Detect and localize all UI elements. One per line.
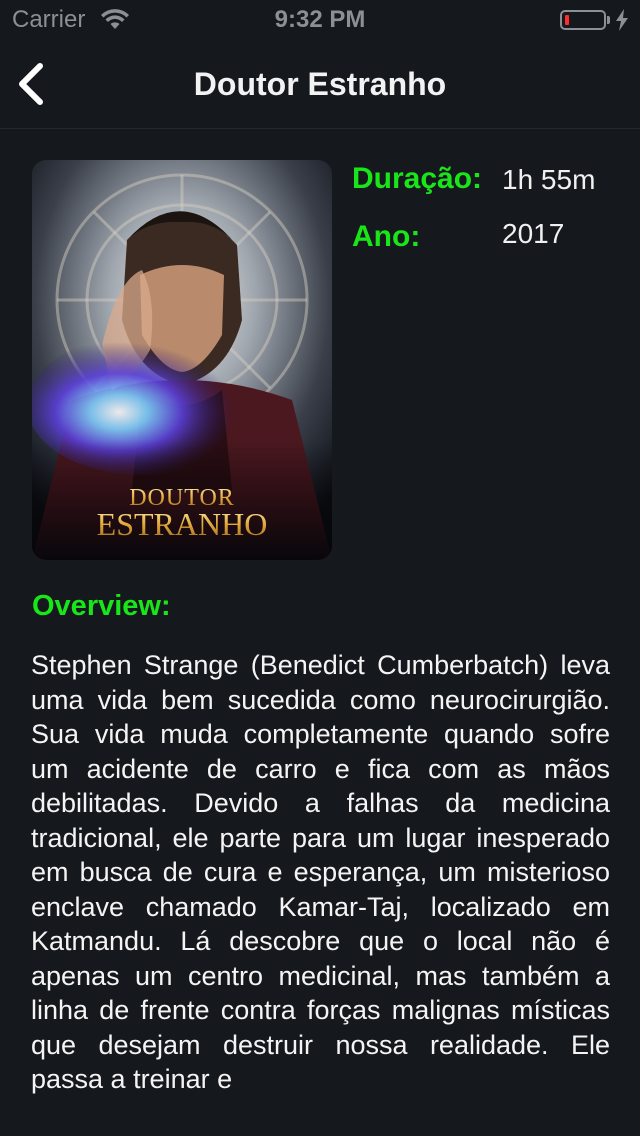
- status-time: 9:32 PM: [274, 6, 366, 33]
- back-button[interactable]: [8, 56, 58, 112]
- navigation-bar: Doutor Estranho: [0, 40, 640, 129]
- battery-icon: [560, 10, 606, 30]
- duration-value: 1h 55m: [502, 164, 596, 195]
- chevron-left-icon: [19, 63, 43, 105]
- poster-title-line2: ESTRANHO: [97, 506, 268, 542]
- movie-detail-screen: Carrier 9:32 PM Doutor Estranho DOUTOR E…: [0, 0, 640, 1136]
- status-bar: Carrier 9:32 PM: [0, 0, 640, 40]
- charging-bolt-icon: [616, 9, 628, 31]
- battery-tip: [607, 16, 610, 24]
- page-title: Doutor Estranho: [193, 66, 447, 102]
- movie-poster: DOUTOR ESTRANHO: [32, 160, 332, 560]
- battery-level: [565, 15, 569, 25]
- duration-label: Duração:: [352, 162, 483, 195]
- overview-text: Stephen Strange (Benedict Cumberbatch) l…: [31, 650, 610, 1094]
- year-value: 2017: [502, 218, 565, 249]
- year-label: Ano:: [352, 220, 421, 253]
- overview-heading: Overview:: [32, 590, 171, 622]
- poster-image: DOUTOR ESTRANHO: [32, 160, 332, 560]
